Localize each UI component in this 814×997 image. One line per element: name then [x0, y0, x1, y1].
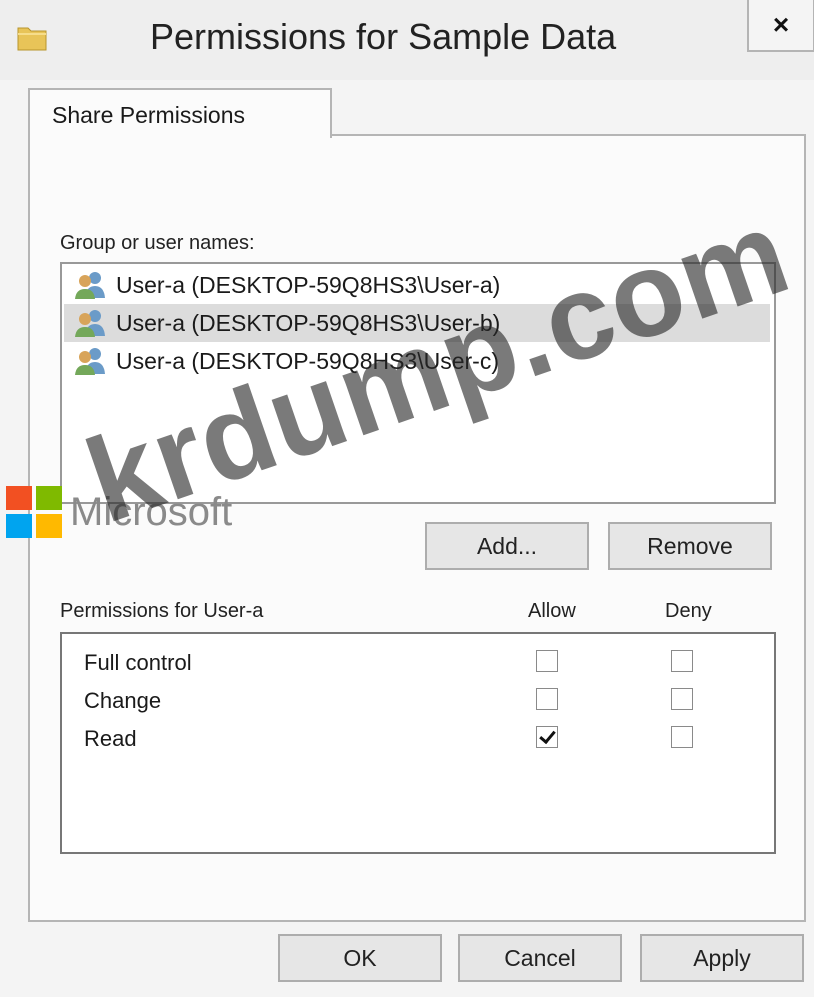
title-bar: Permissions for Sample Data ×	[0, 0, 814, 80]
cancel-button[interactable]: Cancel	[458, 934, 622, 982]
deny-column-header: Deny	[665, 600, 712, 622]
allow-full-control-checkbox[interactable]	[536, 650, 558, 672]
list-item[interactable]: User-a (DESKTOP-59Q8HS3\User-b)	[64, 304, 770, 342]
remove-button[interactable]: Remove	[608, 522, 772, 570]
permission-label: Change	[84, 688, 162, 713]
user-label: User-a (DESKTOP-59Q8HS3\User-a)	[116, 272, 501, 298]
users-icon	[75, 348, 105, 375]
list-item[interactable]: User-a (DESKTOP-59Q8HS3\User-a)	[64, 266, 770, 304]
ok-button[interactable]: OK	[278, 934, 442, 982]
microsoft-logo-icon	[6, 486, 66, 542]
close-icon: ×	[772, 9, 790, 40]
add-button[interactable]: Add...	[425, 522, 589, 570]
window-title: Permissions for Sample Data	[150, 16, 617, 57]
apply-button[interactable]: Apply	[640, 934, 804, 982]
ms-blue-square	[6, 514, 32, 538]
permissions-list: Full control Change Read	[60, 632, 776, 854]
permissions-label: Permissions for User-a	[60, 600, 264, 622]
close-button[interactable]: ×	[747, 0, 814, 52]
permission-label: Read	[84, 726, 137, 751]
tab-share-permissions[interactable]: Share Permissions	[28, 88, 332, 138]
permission-label: Full control	[84, 650, 192, 675]
allow-change-checkbox[interactable]	[536, 688, 558, 710]
ms-red-square	[6, 486, 32, 510]
users-icon	[75, 272, 105, 299]
users-list[interactable]: User-a (DESKTOP-59Q8HS3\User-a) User-a (…	[60, 262, 776, 504]
ms-green-square	[36, 486, 62, 510]
tab-label: Share Permissions	[52, 102, 246, 128]
user-label: User-a (DESKTOP-59Q8HS3\User-c)	[116, 348, 499, 374]
user-label: User-a (DESKTOP-59Q8HS3\User-b)	[116, 310, 501, 336]
users-icon	[75, 310, 105, 337]
deny-full-control-checkbox[interactable]	[671, 650, 693, 672]
deny-read-checkbox[interactable]	[671, 726, 693, 748]
allow-read-checkbox[interactable]	[536, 726, 558, 748]
deny-change-checkbox[interactable]	[671, 688, 693, 710]
users-list-label: Group or user names:	[60, 232, 255, 254]
folder-icon	[17, 27, 47, 51]
list-item[interactable]: User-a (DESKTOP-59Q8HS3\User-c)	[64, 342, 770, 380]
microsoft-brand-text: Microsoft	[70, 490, 233, 534]
ms-yellow-square	[36, 514, 62, 538]
allow-column-header: Allow	[528, 600, 576, 622]
